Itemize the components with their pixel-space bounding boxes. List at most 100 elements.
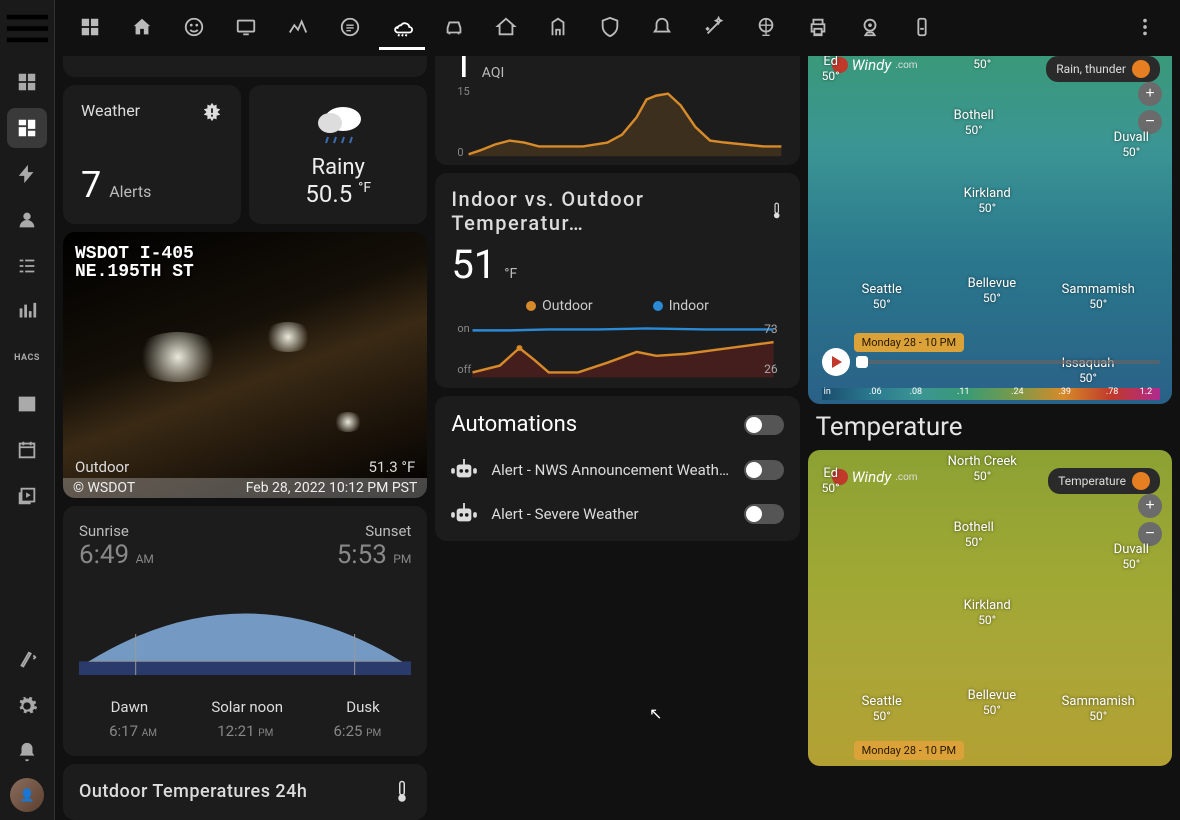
- sunset-ampm: PM: [393, 552, 411, 566]
- tab-webcam[interactable]: [847, 6, 893, 50]
- zoom-in-button[interactable]: +: [1138, 494, 1162, 518]
- nav-notifications[interactable]: [7, 732, 47, 772]
- aqi-axis-hi: 15: [457, 85, 469, 98]
- tab-print[interactable]: [795, 6, 841, 50]
- outdoor-24h-title: Outdoor Temperatures 24h: [79, 781, 307, 802]
- rain-timestamp: Monday 28 - 10 PM: [854, 333, 965, 352]
- nav-history[interactable]: [7, 292, 47, 332]
- traffic-camera-card[interactable]: WSDOT I-405 NE.195TH ST Outdoor 51.3 °F …: [63, 232, 427, 498]
- tab-building[interactable]: [535, 6, 581, 50]
- thermometer-icon: [393, 780, 411, 804]
- weather-alerts-card[interactable]: Weather 7 Alerts: [63, 85, 241, 224]
- tab-house2[interactable]: [483, 6, 529, 50]
- temp-axis-hi: 73: [764, 322, 778, 336]
- camera-overlay-line2: NE.195TH ST: [75, 262, 194, 282]
- tab-tv[interactable]: [223, 6, 269, 50]
- tab-face[interactable]: [171, 6, 217, 50]
- automations-master-toggle[interactable]: [744, 415, 784, 435]
- map-city-label: Bothell50°: [954, 108, 994, 137]
- rain-layer-badge[interactable]: Rain, thunder: [1046, 56, 1160, 82]
- map-city-label: Bellevue50°: [968, 276, 1016, 305]
- legend-outdoor: Outdoor: [542, 298, 593, 314]
- automations-card: Automations Alert - NWS Announcement Wea…: [435, 396, 799, 541]
- dawn-label: Dawn: [111, 698, 149, 716]
- automation-label[interactable]: Alert - Severe Weather: [491, 505, 729, 523]
- aqi-axis-lo: 0: [457, 146, 463, 159]
- nav-dashboard[interactable]: [7, 108, 47, 148]
- map-city-label: Kirkland50°: [964, 186, 1011, 215]
- current-temp: 50.5: [305, 180, 352, 208]
- camera-temp: 51.3 °F: [368, 458, 415, 476]
- automations-title: Automations: [451, 412, 577, 437]
- temperature-map[interactable]: Windy.com Temperature + − North Creek50°…: [808, 450, 1172, 766]
- map-city-label: Bellevue50°: [968, 688, 1016, 717]
- nav-devtools[interactable]: [7, 640, 47, 680]
- tempcomp-value: 51: [451, 241, 496, 288]
- temp-layer-badge[interactable]: Temperature: [1048, 468, 1160, 494]
- map-city-label: Sammamish50°: [1062, 694, 1135, 723]
- tab-home[interactable]: [67, 6, 113, 50]
- nav-settings[interactable]: [7, 686, 47, 726]
- top-tabs: [55, 0, 1180, 56]
- tab-bell[interactable]: [639, 6, 685, 50]
- aqi-sparkline: [451, 87, 783, 157]
- nav-logbook[interactable]: [7, 246, 47, 286]
- outdoor-temp-24h-card[interactable]: Outdoor Temperatures 24h: [63, 764, 427, 820]
- nav-media[interactable]: [7, 476, 47, 516]
- sunset-time: 5:53: [337, 540, 387, 570]
- condition-label: Rainy: [267, 155, 409, 180]
- tab-graph[interactable]: [275, 6, 321, 50]
- nav-hacs[interactable]: HACS: [7, 338, 47, 378]
- tab-weather[interactable]: [379, 6, 425, 50]
- sun-arc-chart: [79, 584, 411, 684]
- map-city-label: North Creek50°: [948, 454, 1017, 483]
- temp-compare-chart: [451, 318, 783, 378]
- rain-cloud-icon: [267, 101, 409, 151]
- solar-noon-label: Solar noon: [211, 698, 283, 716]
- tab-car[interactable]: [431, 6, 477, 50]
- dusk-label: Dusk: [346, 698, 379, 716]
- camera-overlay-line1: WSDOT I-405: [75, 244, 194, 264]
- map-city-label: Kirkland50°: [964, 598, 1011, 627]
- current-weather-card[interactable]: Rainy 50.5 °F: [249, 85, 427, 224]
- sun-card: Sunrise Sunset 6:49 AM 5:53 PM Dawn Sola…: [63, 506, 427, 756]
- map-city-label: Ed50°: [822, 466, 840, 495]
- overflow-menu[interactable]: [1122, 6, 1168, 50]
- alerts-label: Alerts: [109, 182, 151, 201]
- dawn-time: 6:17: [109, 722, 138, 740]
- nav-energy[interactable]: [7, 154, 47, 194]
- user-avatar[interactable]: 👤: [10, 778, 44, 812]
- automation-label[interactable]: Alert - NWS Announcement Weath…: [491, 461, 729, 479]
- automation-toggle[interactable]: [744, 460, 784, 480]
- nav-terminal[interactable]: [7, 384, 47, 424]
- windy-logo: Windy.com: [832, 56, 918, 74]
- zoom-in-button[interactable]: +: [1138, 82, 1162, 106]
- map-city-label: Seattle50°: [862, 282, 902, 311]
- windy-logo: Windy.com: [832, 468, 918, 486]
- automation-toggle[interactable]: [744, 504, 784, 524]
- camera-attribution: © WSDOT: [73, 480, 135, 496]
- robot-icon: [451, 459, 477, 481]
- tab-wand[interactable]: [691, 6, 737, 50]
- play-button[interactable]: [822, 348, 850, 376]
- tempcomp-title: Indoor vs. Outdoor Temperatur…: [451, 187, 770, 235]
- tab-music[interactable]: [327, 6, 373, 50]
- nav-overview[interactable]: [7, 62, 47, 102]
- nav-calendar[interactable]: [7, 430, 47, 470]
- rain-scale: in .06 .08 .11 .24 .39 .78 1.2: [822, 388, 1160, 400]
- tab-globe[interactable]: [743, 6, 789, 50]
- menu-toggle[interactable]: [0, 0, 55, 56]
- tab-water[interactable]: [899, 6, 945, 50]
- timeline-track[interactable]: [856, 360, 1160, 364]
- legend-indoor: Indoor: [669, 298, 709, 314]
- sunset-label: Sunset: [365, 522, 411, 540]
- tab-house[interactable]: [119, 6, 165, 50]
- tempcomp-unit: °F: [504, 266, 517, 282]
- weather-alerts-title: Weather: [81, 101, 140, 120]
- nav-people[interactable]: [7, 200, 47, 240]
- temp-timestamp: Monday 28 - 10 PM: [854, 741, 965, 760]
- camera-name: Outdoor: [75, 458, 129, 476]
- rain-map[interactable]: Windy.com Rain, thunder + − North Creek5…: [808, 38, 1172, 404]
- tab-shield[interactable]: [587, 6, 633, 50]
- temp-compare-card[interactable]: Indoor vs. Outdoor Temperatur… 51 °F Out…: [435, 173, 799, 388]
